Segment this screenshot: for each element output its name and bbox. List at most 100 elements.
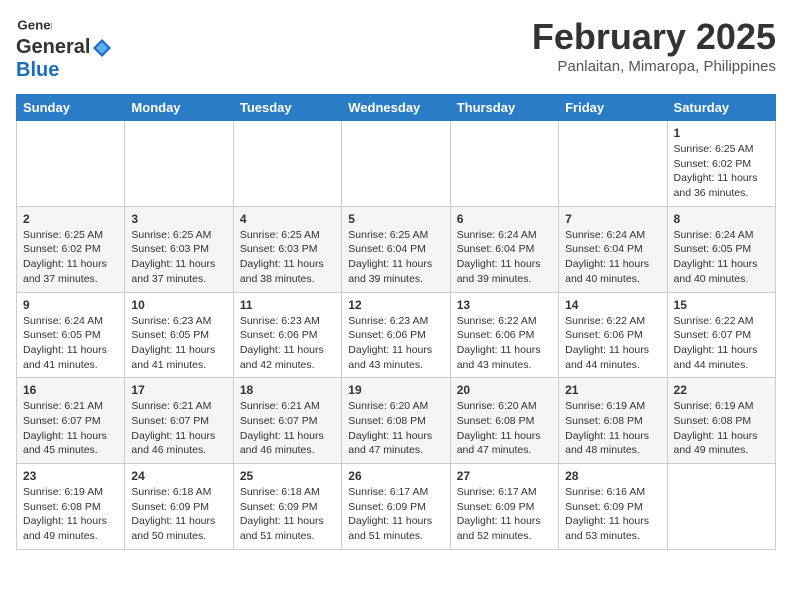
day-info: Sunrise: 6:17 AM Sunset: 6:09 PM Dayligh… [457,485,552,544]
day-info: Sunrise: 6:19 AM Sunset: 6:08 PM Dayligh… [23,485,118,544]
table-row [667,464,775,550]
table-row: 17 Sunrise: 6:21 AM Sunset: 6:07 PM Dayli… [125,378,233,464]
day-number: 2 [23,212,118,226]
calendar-week-row: 1 Sunrise: 6:25 AM Sunset: 6:02 PM Daylig… [17,121,776,207]
logo-flag-icon [91,37,113,59]
table-row: 20 Sunrise: 6:20 AM Sunset: 6:08 PM Dayli… [450,378,558,464]
table-row [450,121,558,207]
day-number: 4 [240,212,335,226]
table-row [17,121,125,207]
day-info: Sunrise: 6:24 AM Sunset: 6:05 PM Dayligh… [23,314,118,373]
calendar-week-row: 9 Sunrise: 6:24 AM Sunset: 6:05 PM Daylig… [17,292,776,378]
day-number: 28 [565,469,660,483]
calendar-header-row: Sunday Monday Tuesday Wednesday Thursday… [17,95,776,121]
day-info: Sunrise: 6:24 AM Sunset: 6:04 PM Dayligh… [457,228,552,287]
day-number: 15 [674,298,769,312]
day-number: 1 [674,126,769,140]
table-row: 19 Sunrise: 6:20 AM Sunset: 6:08 PM Dayli… [342,378,450,464]
day-info: Sunrise: 6:16 AM Sunset: 6:09 PM Dayligh… [565,485,660,544]
day-number: 18 [240,383,335,397]
day-number: 17 [131,383,226,397]
table-row: 24 Sunrise: 6:18 AM Sunset: 6:09 PM Dayli… [125,464,233,550]
day-info: Sunrise: 6:21 AM Sunset: 6:07 PM Dayligh… [23,399,118,458]
day-info: Sunrise: 6:25 AM Sunset: 6:03 PM Dayligh… [240,228,335,287]
table-row: 3 Sunrise: 6:25 AM Sunset: 6:03 PM Daylig… [125,206,233,292]
table-row [125,121,233,207]
col-saturday: Saturday [667,95,775,121]
day-info: Sunrise: 6:18 AM Sunset: 6:09 PM Dayligh… [240,485,335,544]
day-info: Sunrise: 6:21 AM Sunset: 6:07 PM Dayligh… [240,399,335,458]
day-number: 13 [457,298,552,312]
day-info: Sunrise: 6:20 AM Sunset: 6:08 PM Dayligh… [348,399,443,458]
table-row: 8Sunrise: 6:24 AM Sunset: 6:05 PM Daylig… [667,206,775,292]
table-row: 9 Sunrise: 6:24 AM Sunset: 6:05 PM Daylig… [17,292,125,378]
day-number: 12 [348,298,443,312]
logo-icon: General [16,16,52,36]
day-number: 27 [457,469,552,483]
table-row: 15Sunrise: 6:22 AM Sunset: 6:07 PM Dayli… [667,292,775,378]
title-block: February 2025 Panlaitan, Mimaropa, Phili… [532,16,776,75]
table-row: 21Sunrise: 6:19 AM Sunset: 6:08 PM Dayli… [559,378,667,464]
day-number: 5 [348,212,443,226]
day-number: 11 [240,298,335,312]
day-number: 25 [240,469,335,483]
day-info: Sunrise: 6:25 AM Sunset: 6:02 PM Dayligh… [23,228,118,287]
table-row: 28 Sunrise: 6:16 AM Sunset: 6:09 PM Dayli… [559,464,667,550]
table-row: 16 Sunrise: 6:21 AM Sunset: 6:07 PM Dayli… [17,378,125,464]
table-row: 14 Sunrise: 6:22 AM Sunset: 6:06 PM Dayli… [559,292,667,378]
table-row: 25 Sunrise: 6:18 AM Sunset: 6:09 PM Dayli… [233,464,341,550]
table-row: 27 Sunrise: 6:17 AM Sunset: 6:09 PM Dayli… [450,464,558,550]
day-number: 20 [457,383,552,397]
day-number: 22 [674,383,769,397]
table-row: 23 Sunrise: 6:19 AM Sunset: 6:08 PM Dayli… [17,464,125,550]
day-number: 21 [565,383,660,397]
table-row: 22 Sunrise: 6:19 AM Sunset: 6:08 PM Dayli… [667,378,775,464]
day-info: Sunrise: 6:23 AM Sunset: 6:06 PM Dayligh… [240,314,335,373]
day-info: Sunrise: 6:25 AM Sunset: 6:03 PM Dayligh… [131,228,226,287]
calendar-table: Sunday Monday Tuesday Wednesday Thursday… [16,94,776,550]
day-info: Sunrise: 6:25 AM Sunset: 6:04 PM Dayligh… [348,228,443,287]
page-header: General General Blue February 2025 Panla… [16,16,776,82]
day-number: 7 [565,212,660,226]
table-row [342,121,450,207]
day-number: 6 [457,212,552,226]
day-info: Sunrise: 6:22 AM Sunset: 6:06 PM Dayligh… [565,314,660,373]
day-number: 19 [348,383,443,397]
logo-general: General [16,36,90,59]
table-row: 11 Sunrise: 6:23 AM Sunset: 6:06 PM Dayli… [233,292,341,378]
svg-text:General: General [17,17,52,32]
table-row: 18 Sunrise: 6:21 AM Sunset: 6:07 PM Dayli… [233,378,341,464]
calendar-week-row: 2 Sunrise: 6:25 AM Sunset: 6:02 PM Daylig… [17,206,776,292]
table-row: 7 Sunrise: 6:24 AM Sunset: 6:04 PM Daylig… [559,206,667,292]
day-number: 16 [23,383,118,397]
table-row: 1 Sunrise: 6:25 AM Sunset: 6:02 PM Daylig… [667,121,775,207]
day-info: Sunrise: 6:25 AM Sunset: 6:02 PM Dayligh… [674,142,769,201]
col-thursday: Thursday [450,95,558,121]
table-row [559,121,667,207]
day-number: 14 [565,298,660,312]
col-wednesday: Wednesday [342,95,450,121]
col-tuesday: Tuesday [233,95,341,121]
col-sunday: Sunday [17,95,125,121]
table-row: 26Sunrise: 6:17 AM Sunset: 6:09 PM Dayli… [342,464,450,550]
day-number: 23 [23,469,118,483]
day-info: Sunrise: 6:23 AM Sunset: 6:05 PM Dayligh… [131,314,226,373]
day-info: Sunrise: 6:21 AM Sunset: 6:07 PM Dayligh… [131,399,226,458]
table-row [233,121,341,207]
calendar-week-row: 16 Sunrise: 6:21 AM Sunset: 6:07 PM Dayli… [17,378,776,464]
day-info: Sunrise: 6:18 AM Sunset: 6:09 PM Dayligh… [131,485,226,544]
table-row: 4 Sunrise: 6:25 AM Sunset: 6:03 PM Daylig… [233,206,341,292]
col-friday: Friday [559,95,667,121]
day-info: Sunrise: 6:23 AM Sunset: 6:06 PM Dayligh… [348,314,443,373]
day-number: 8 [674,212,769,226]
day-info: Sunrise: 6:20 AM Sunset: 6:08 PM Dayligh… [457,399,552,458]
day-info: Sunrise: 6:17 AM Sunset: 6:09 PM Dayligh… [348,485,443,544]
day-number: 3 [131,212,226,226]
day-number: 9 [23,298,118,312]
calendar-title: February 2025 [532,16,776,58]
table-row: 6 Sunrise: 6:24 AM Sunset: 6:04 PM Daylig… [450,206,558,292]
day-info: Sunrise: 6:24 AM Sunset: 6:04 PM Dayligh… [565,228,660,287]
day-info: Sunrise: 6:19 AM Sunset: 6:08 PM Dayligh… [674,399,769,458]
day-number: 24 [131,469,226,483]
table-row: 2 Sunrise: 6:25 AM Sunset: 6:02 PM Daylig… [17,206,125,292]
